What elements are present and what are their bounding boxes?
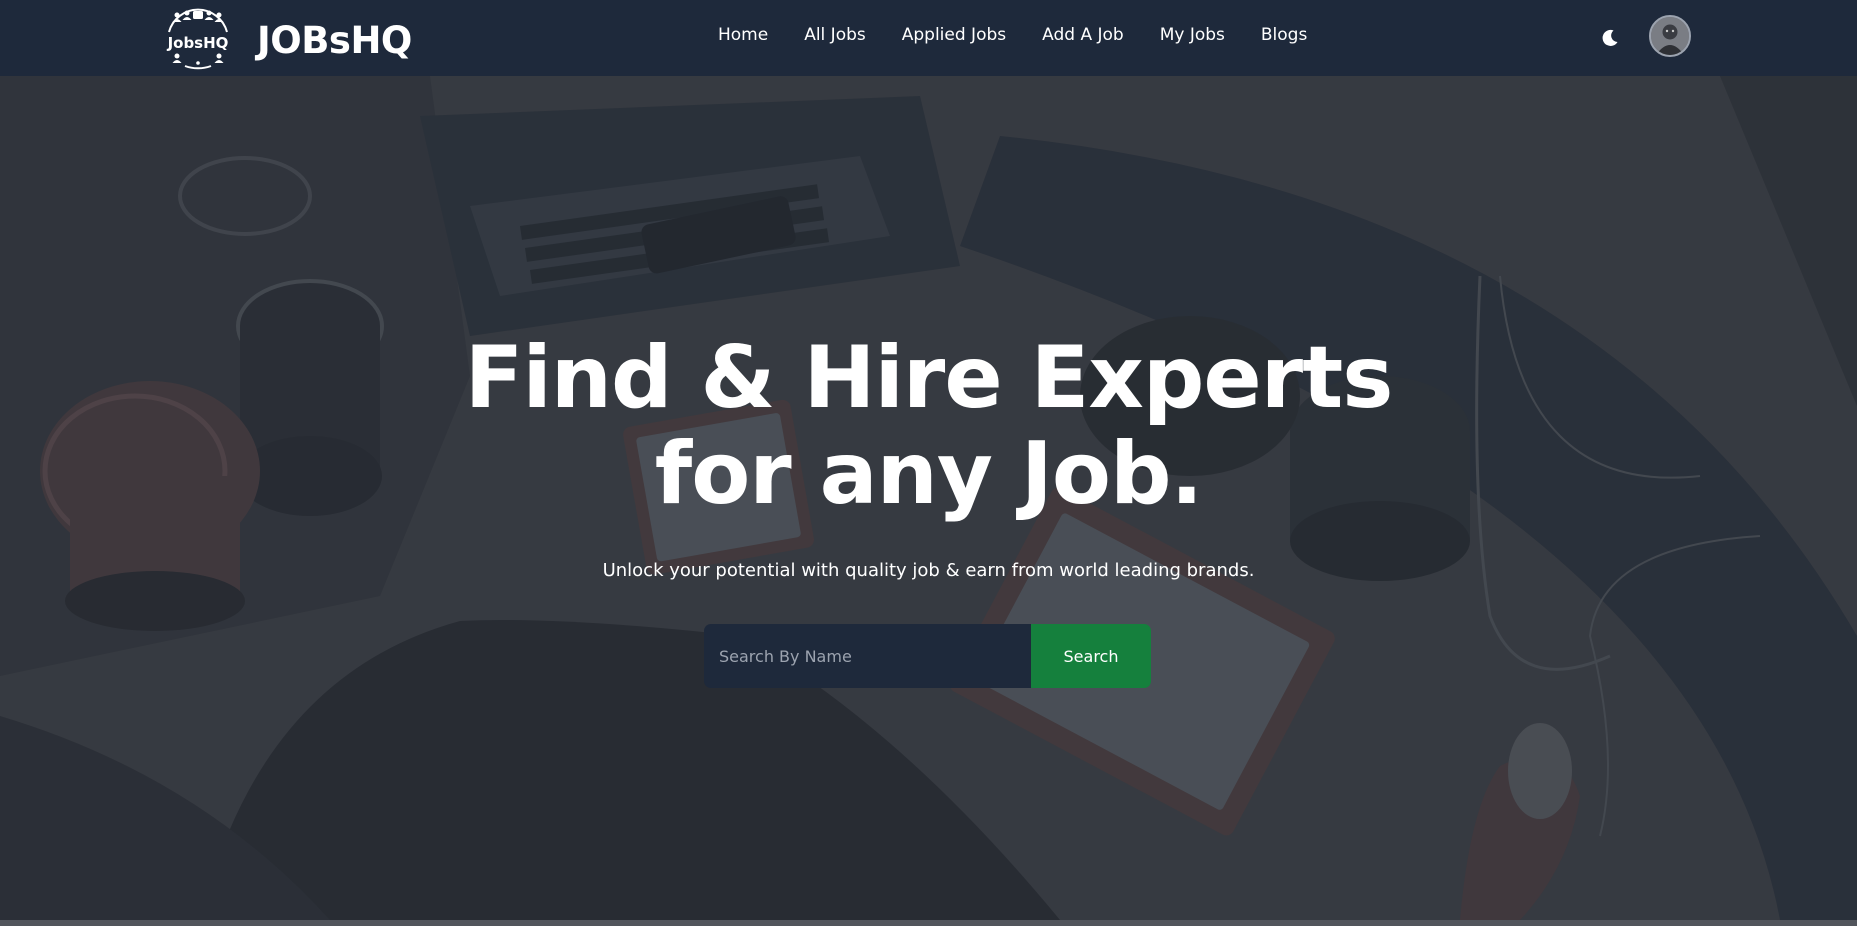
user-avatar-icon [1651,17,1689,55]
user-avatar[interactable] [1649,15,1691,57]
jobshq-logo-icon[interactable]: JobsHQ [163,6,233,70]
search-button[interactable]: Search [1031,624,1151,688]
search-bar: Search [704,624,1151,688]
brand-name[interactable]: JOBsHQ [257,19,412,62]
nav-link-all-jobs[interactable]: All Jobs [804,25,866,49]
navbar: JobsHQ JOBsHQ Home All Jobs Applied Jobs… [0,0,1857,76]
nav-link-home[interactable]: Home [718,25,768,49]
hero-title-line-1: Find & Hire Experts [464,328,1394,428]
nav-link-blogs[interactable]: Blogs [1261,25,1307,49]
brand[interactable]: JobsHQ JOBsHQ [163,6,412,70]
moon-icon [1602,29,1618,46]
page-bottom-edge [0,920,1857,926]
nav-link-applied-jobs[interactable]: Applied Jobs [902,25,1006,49]
search-input[interactable] [704,624,1031,688]
theme-toggle-button[interactable] [1597,25,1623,51]
nav-link-my-jobs[interactable]: My Jobs [1160,25,1225,49]
hero-title-line-2: for any Job. [654,424,1203,524]
hero-title: Find & Hire Experts for any Job. [0,330,1857,522]
main-nav: Home All Jobs Applied Jobs Add A Job My … [718,25,1307,49]
hero-section: Find & Hire Experts for any Job. Unlock … [0,76,1857,920]
nav-link-add-a-job[interactable]: Add A Job [1042,25,1124,49]
svg-text:JobsHQ: JobsHQ [167,34,229,52]
hero-subtitle: Unlock your potential with quality job &… [602,560,1255,581]
